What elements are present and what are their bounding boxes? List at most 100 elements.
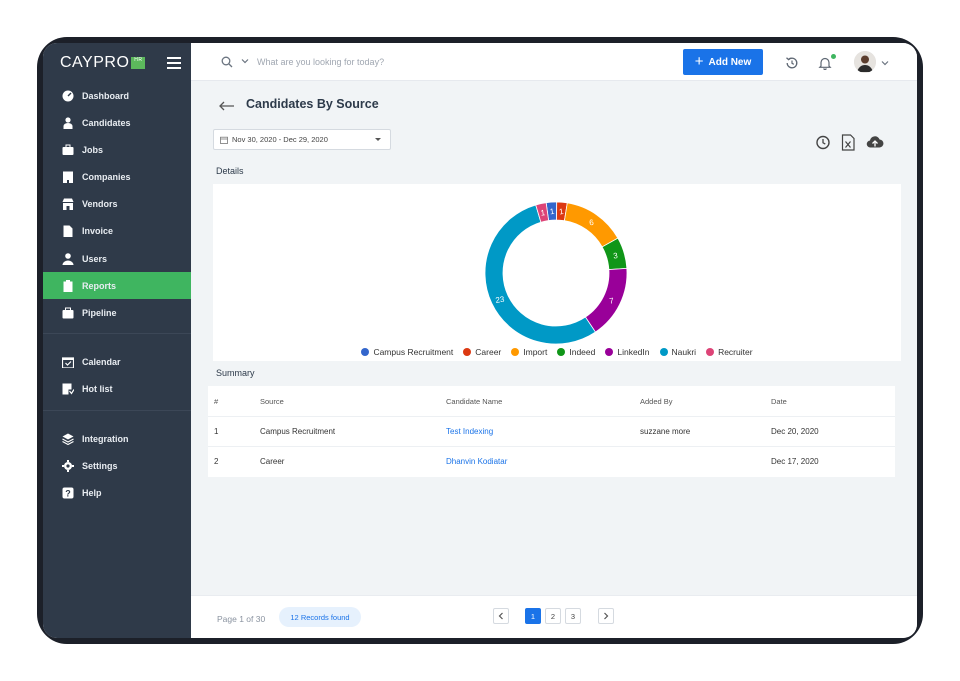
- logo-text: CAYPRO: [60, 54, 130, 71]
- sidebar-divider: [43, 333, 191, 334]
- chevron-down-icon[interactable]: [881, 59, 889, 67]
- search-icon[interactable]: [221, 56, 233, 68]
- sidebar-item-label: Help: [82, 487, 102, 498]
- app-logo[interactable]: CAYPRO HR: [60, 53, 146, 73]
- sidebar-item-settings[interactable]: Settings: [43, 452, 191, 479]
- page-info: Page 1 of 30: [217, 614, 266, 624]
- details-label: Details: [216, 166, 244, 176]
- table-cell: suzzane more: [640, 427, 691, 436]
- records-badge: 12 Records found: [279, 607, 361, 627]
- sidebar-item-invoice[interactable]: Invoice: [43, 217, 191, 244]
- legend-label: Indeed: [569, 347, 596, 357]
- legend-label: Recruiter: [718, 347, 753, 357]
- candidate-link[interactable]: Test Indexing: [446, 427, 493, 436]
- candidates-icon: [62, 116, 74, 129]
- add-new-label: Add New: [708, 56, 752, 68]
- sidebar-item-vendors[interactable]: Vendors: [43, 190, 191, 217]
- sidebar-item-label: Calendar: [82, 356, 121, 367]
- sidebar-item-label: Reports: [82, 280, 117, 291]
- page-button-1[interactable]: 1: [525, 608, 541, 624]
- sidebar-item-label: Integration: [82, 433, 129, 444]
- table-cell: Dec 20, 2020: [771, 427, 819, 436]
- table-row[interactable]: 2 Career Dhanvin Kodiatar Dec 17, 2020: [208, 446, 895, 476]
- column-header: #: [214, 397, 219, 406]
- sidebar-item-jobs[interactable]: Jobs: [43, 136, 191, 163]
- calendar-icon: [62, 356, 74, 368]
- sidebar-item-label: Candidates: [82, 117, 131, 128]
- sidebar-item-calendar[interactable]: Calendar: [43, 348, 191, 375]
- sidebar-item-dashboard[interactable]: Dashboard: [43, 82, 191, 109]
- companies-icon: [62, 171, 74, 183]
- pipeline-icon: [62, 307, 74, 319]
- logo-badge: HR: [131, 57, 146, 69]
- svg-text:?: ?: [65, 488, 71, 498]
- legend-label: Campus Recruitment: [373, 347, 454, 357]
- add-new-button[interactable]: + Add New: [683, 49, 763, 75]
- chevron-down-icon[interactable]: [241, 57, 249, 65]
- sidebar-item-companies[interactable]: Companies: [43, 163, 191, 190]
- hotlist-icon: [62, 383, 74, 395]
- sidebar-item-users[interactable]: Users: [43, 245, 191, 272]
- pagination-footer: Page 1 of 30 12 Records found 123: [191, 595, 917, 638]
- legend-swatch: [605, 348, 614, 356]
- page-button-2[interactable]: 2: [545, 608, 561, 624]
- sidebar-item-label: Pipeline: [82, 307, 117, 318]
- legend-swatch: [557, 348, 566, 356]
- settings-icon: [62, 459, 74, 472]
- table-cell: 1: [214, 427, 219, 436]
- users-icon: [62, 252, 74, 265]
- column-header: Candidate Name: [446, 397, 503, 406]
- clock-icon[interactable]: [815, 134, 831, 151]
- chart-card: 1 1 6 3 7 23 1 Campus Recruitment Career Import I…: [213, 184, 901, 361]
- legend-swatch: [706, 348, 715, 356]
- date-range-picker[interactable]: Nov 30, 2020 - Dec 29, 2020: [213, 129, 391, 150]
- plus-icon: +: [694, 53, 704, 70]
- cloud-upload-icon[interactable]: [866, 134, 884, 151]
- reports-icon: [62, 279, 74, 292]
- data-label: 23: [495, 295, 506, 305]
- summary-label: Summary: [216, 368, 255, 378]
- legend-item[interactable]: Career: [463, 347, 501, 357]
- legend-item[interactable]: LinkedIn: [605, 347, 650, 357]
- sidebar-item-label: Hot list: [82, 383, 113, 394]
- app-screen: CAYPRO HR Dashboard Candidates Jobs Compani…: [43, 43, 917, 638]
- help-icon: ?: [62, 487, 74, 499]
- search-input[interactable]: [257, 54, 557, 70]
- prev-page-button[interactable]: [493, 608, 509, 624]
- legend-item[interactable]: Recruiter: [706, 347, 753, 357]
- sidebar-item-label: Users: [82, 253, 108, 264]
- back-arrow-icon[interactable]: [219, 101, 235, 111]
- sidebar-item-hot-list[interactable]: Hot list: [43, 375, 191, 402]
- row-divider: [208, 446, 895, 447]
- menu-toggle-icon[interactable]: [167, 57, 181, 69]
- legend-item[interactable]: Indeed: [557, 347, 595, 357]
- candidate-link[interactable]: Dhanvin Kodiatar: [446, 457, 507, 466]
- table-cell: Dec 17, 2020: [771, 457, 819, 466]
- legend-swatch: [511, 348, 520, 356]
- sidebar-item-integration[interactable]: Integration: [43, 425, 191, 452]
- summary-table: # Source Candidate Name Added By Date 1 Campus…: [208, 386, 895, 477]
- legend-label: Import: [523, 347, 548, 357]
- legend-item[interactable]: Campus Recruitment: [361, 347, 453, 357]
- sidebar-item-candidates[interactable]: Candidates: [43, 109, 191, 136]
- page-button-3[interactable]: 3: [565, 608, 581, 624]
- next-page-button[interactable]: [598, 608, 614, 624]
- sidebar-item-label: Settings: [82, 460, 118, 471]
- page-title: Candidates By Source: [246, 97, 379, 111]
- avatar[interactable]: [854, 51, 876, 73]
- vendors-icon: [62, 198, 74, 210]
- table-row[interactable]: 1 Campus Recruitment Test Indexing suzzane …: [208, 416, 895, 446]
- chevron-left-icon: [498, 612, 503, 620]
- history-icon[interactable]: [784, 55, 800, 71]
- excel-export-icon[interactable]: [840, 134, 856, 151]
- jobs-icon: [62, 144, 74, 156]
- chart-legend: Campus Recruitment Career Import Indeed Link…: [213, 347, 901, 357]
- donut-chart: 1 1637231: [484, 201, 628, 345]
- sidebar-item-pipeline[interactable]: Pipeline: [43, 299, 191, 326]
- sidebar-item-reports[interactable]: Reports: [43, 272, 191, 299]
- dashboard-icon: [62, 90, 74, 102]
- column-header: Source: [260, 397, 284, 406]
- sidebar-item-help[interactable]: ? Help: [43, 479, 191, 506]
- legend-item[interactable]: Import: [511, 347, 547, 357]
- legend-item[interactable]: Naukri: [659, 347, 696, 357]
